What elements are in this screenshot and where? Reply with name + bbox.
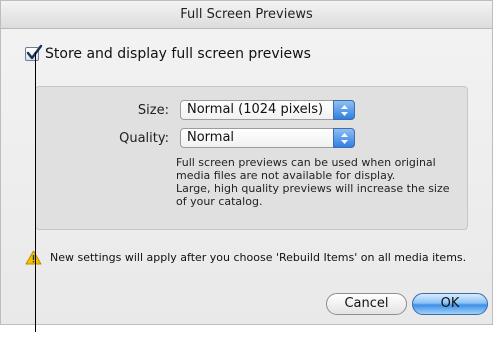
preview-help-text: Full screen previews can be used when or… [176, 156, 466, 208]
store-previews-option[interactable]: Store and display full screen previews [25, 44, 311, 63]
warning-icon [25, 250, 42, 265]
ok-button[interactable]: OK [412, 293, 488, 315]
quality-select[interactable]: Normal [180, 128, 355, 148]
quality-select-arrows[interactable] [333, 128, 355, 148]
help-line: Large, high quality previews will increa… [176, 182, 450, 195]
store-previews-label: Store and display full screen previews [45, 46, 311, 62]
dialog-window: Full Screen Previews Store and display f… [0, 0, 493, 325]
store-previews-checkbox[interactable] [25, 44, 43, 61]
cancel-button[interactable]: Cancel [326, 293, 407, 315]
size-select-arrows[interactable] [333, 100, 355, 120]
help-line: media files are not available for displa… [176, 169, 396, 182]
up-down-arrows-icon [341, 133, 348, 144]
quality-select-value: Normal [187, 130, 235, 145]
up-down-arrows-icon [341, 105, 348, 116]
warning-text: New settings will apply after you choose… [50, 251, 467, 264]
size-select[interactable]: Normal (1024 pixels) [180, 100, 355, 120]
size-label: Size: [137, 103, 169, 118]
help-line: of your catalog. [176, 195, 263, 208]
quality-label: Quality: [119, 131, 169, 146]
callout-line [35, 52, 36, 332]
checkmark-icon [26, 44, 43, 60]
rebuild-warning: New settings will apply after you choose… [25, 250, 466, 265]
help-line: Full screen previews can be used when or… [176, 156, 436, 169]
size-select-value: Normal (1024 pixels) [187, 102, 324, 117]
window-title: Full Screen Previews [1, 1, 492, 29]
